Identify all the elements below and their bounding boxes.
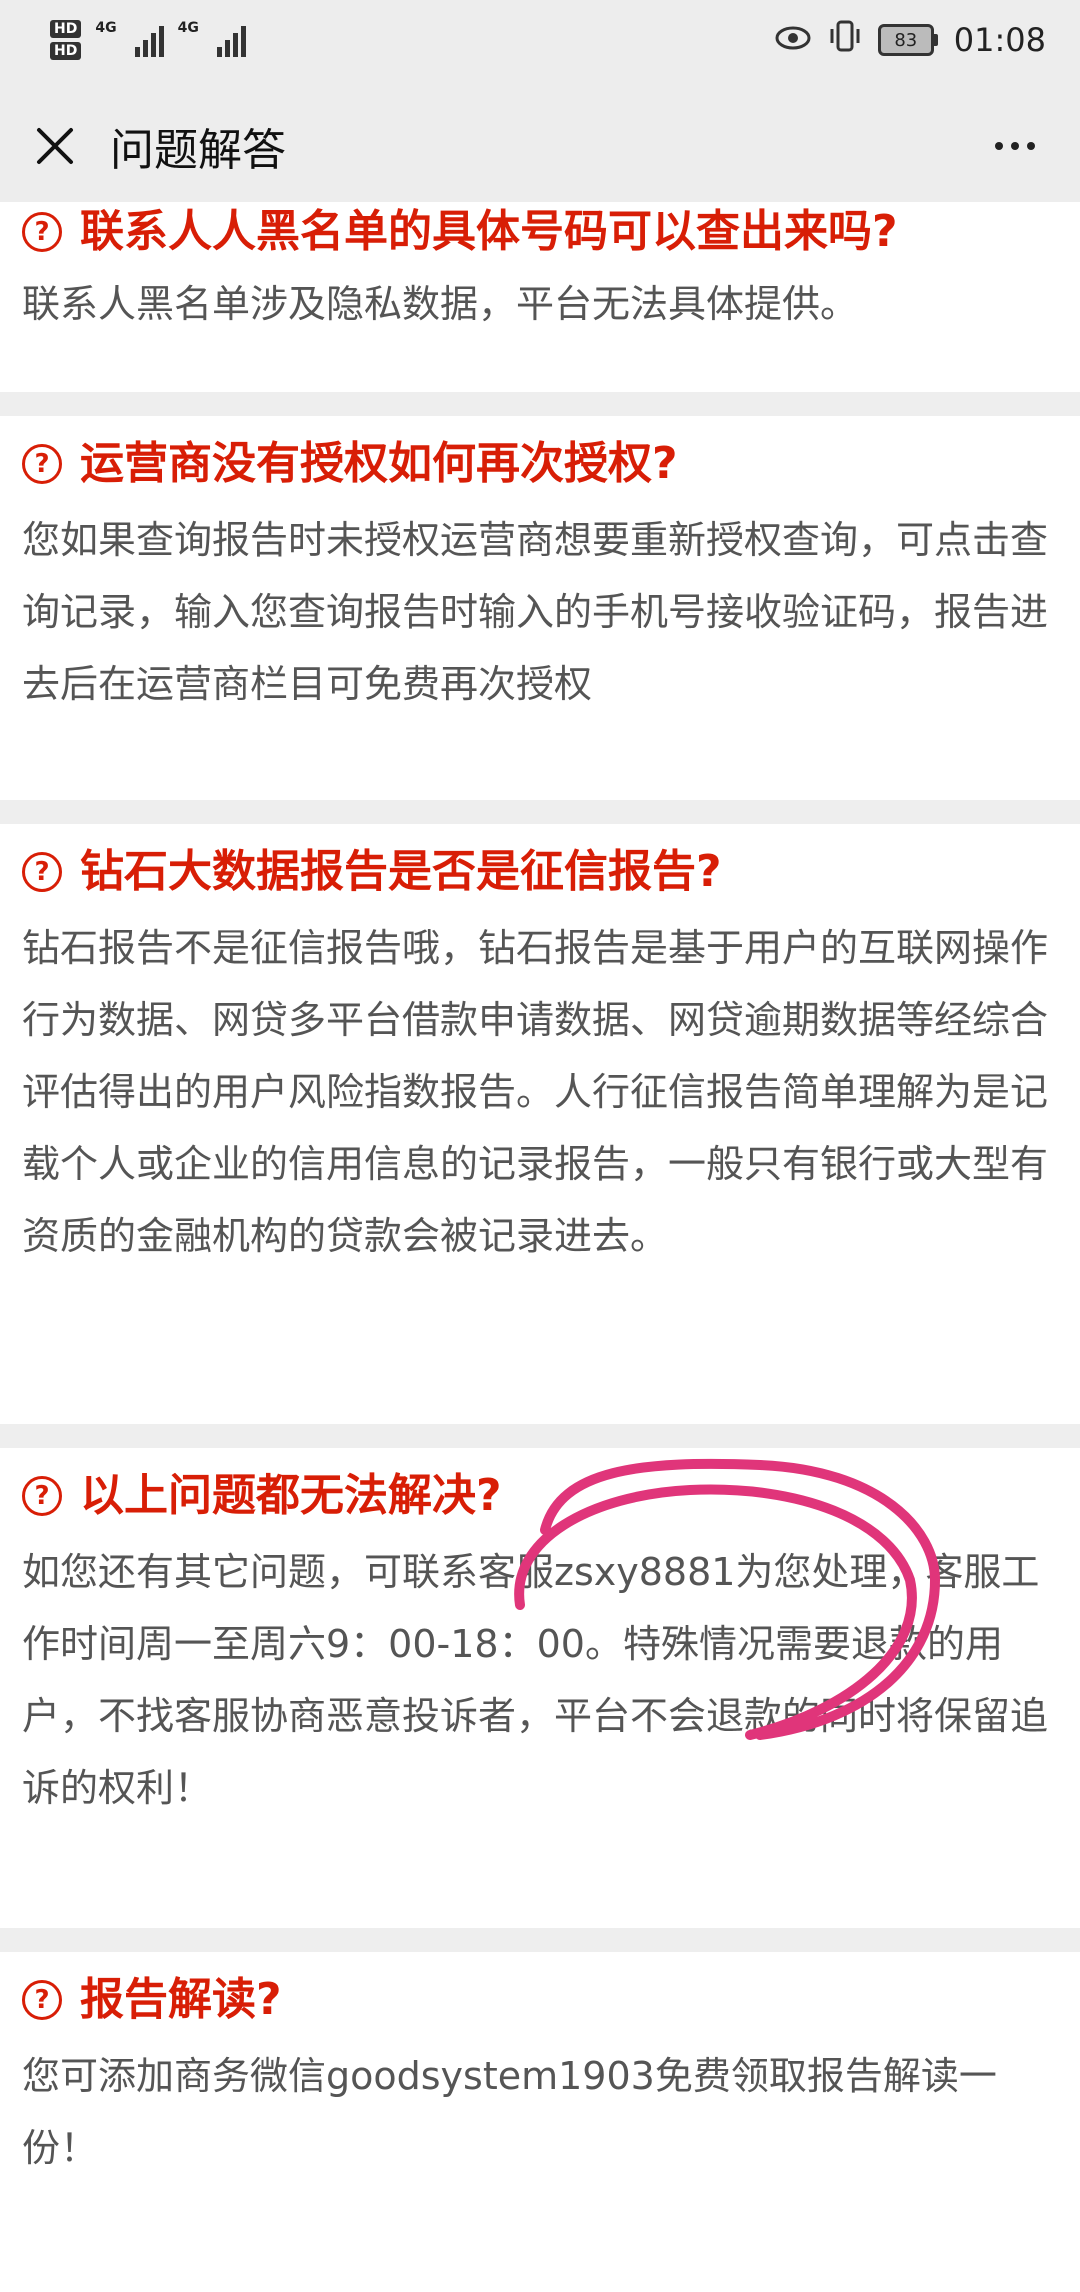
network-label-2: 4G bbox=[177, 20, 199, 36]
battery-icon: 83 bbox=[877, 24, 938, 56]
faq-item: ? 联系人人黑名单的具体号码可以查出来吗? 联系人黑名单涉及隐私数据，平台无法具… bbox=[0, 202, 1080, 392]
faq-item: ? 运营商没有授权如何再次授权? 您如果查询报告时未授权运营商想要重新授权查询，… bbox=[0, 416, 1080, 800]
faq-list[interactable]: ? 联系人人黑名单的具体号码可以查出来吗? 联系人黑名单涉及隐私数据，平台无法具… bbox=[0, 202, 1080, 2292]
faq-answer: 如您还有其它问题，可联系客服zsxy8881为您处理，客服工作时间周一至周六9：… bbox=[22, 1550, 1049, 1810]
question-circle-icon: ? bbox=[22, 444, 62, 484]
faq-question: 联系人人黑名单的具体号码可以查出来吗? bbox=[80, 206, 898, 257]
question-circle-icon: ? bbox=[22, 1476, 62, 1516]
faq-question-row: ? 报告解读? bbox=[22, 1970, 1058, 2030]
divider bbox=[0, 1424, 1080, 1448]
page-title: 问题解答 bbox=[110, 125, 286, 176]
faq-question: 以上问题都无法解决? bbox=[80, 1470, 502, 1521]
status-bar-left: HD HD 4G 4G bbox=[50, 20, 246, 60]
question-circle-icon: ? bbox=[22, 212, 62, 252]
network-label-1: 4G bbox=[95, 20, 117, 36]
divider bbox=[0, 1928, 1080, 1952]
faq-answer: 钻石报告不是征信报告哦，钻石报告是基于用户的互联网操作行为数据、网贷多平台借款申… bbox=[22, 926, 1049, 1258]
question-circle-icon: ? bbox=[22, 852, 62, 892]
hd-indicators: HD HD bbox=[50, 20, 82, 60]
signal-icon bbox=[216, 23, 246, 57]
more-button[interactable] bbox=[980, 121, 1050, 171]
faq-answer: 联系人黑名单涉及隐私数据，平台无法具体提供。 bbox=[22, 282, 859, 326]
clock: 01:08 bbox=[953, 21, 1046, 59]
title-bar: 问题解答 bbox=[0, 80, 1080, 212]
signal-icon bbox=[134, 23, 164, 57]
divider bbox=[0, 392, 1080, 416]
faq-question-row: ? 运营商没有授权如何再次授权? bbox=[22, 434, 1058, 494]
faq-answer: 您如果查询报告时未授权运营商想要重新授权查询，可点击查询记录，输入您查询报告时输… bbox=[22, 518, 1049, 706]
faq-question: 运营商没有授权如何再次授权? bbox=[80, 438, 678, 489]
eye-icon bbox=[774, 21, 812, 59]
more-icon bbox=[995, 142, 1035, 150]
divider bbox=[0, 800, 1080, 824]
battery-level: 83 bbox=[877, 24, 934, 56]
question-circle-icon: ? bbox=[22, 1980, 62, 2020]
vibrate-icon bbox=[828, 19, 862, 61]
status-bar: HD HD 4G 4G 83 01:08 bbox=[0, 0, 1080, 80]
faq-answer: 您可添加商务微信goodsystem1903免费领取报告解读一份！ bbox=[22, 2054, 997, 2170]
hd2-badge: HD bbox=[50, 42, 82, 60]
faq-item: ? 以上问题都无法解决? 如您还有其它问题，可联系客服zsxy8881为您处理，… bbox=[0, 1448, 1080, 1928]
hd1-badge: HD bbox=[50, 20, 82, 38]
close-icon bbox=[37, 128, 73, 164]
faq-item: ? 报告解读? 您可添加商务微信goodsystem1903免费领取报告解读一份… bbox=[0, 1952, 1080, 2292]
faq-question-row: ? 以上问题都无法解决? bbox=[22, 1466, 1058, 1526]
faq-question: 报告解读? bbox=[80, 1974, 282, 2025]
status-bar-right: 83 01:08 bbox=[774, 19, 1046, 61]
close-button[interactable] bbox=[30, 121, 80, 171]
faq-question-row: ? 钻石大数据报告是否是征信报告? bbox=[22, 842, 1058, 902]
faq-question: 钻石大数据报告是否是征信报告? bbox=[80, 846, 722, 897]
faq-question-row: ? 联系人人黑名单的具体号码可以查出来吗? bbox=[22, 202, 1058, 262]
faq-item: ? 钻石大数据报告是否是征信报告? 钻石报告不是征信报告哦，钻石报告是基于用户的… bbox=[0, 824, 1080, 1424]
